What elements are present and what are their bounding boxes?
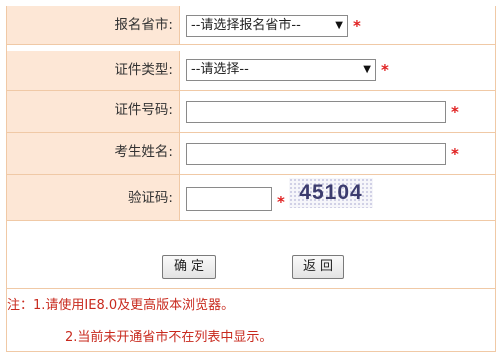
- captcha-label: 验证码:: [7, 175, 180, 220]
- id-number-required-mark: *: [451, 103, 459, 121]
- province-required-mark: *: [353, 17, 361, 35]
- row-id-type: 证件类型: --请选择-- ▼ *: [7, 51, 495, 91]
- back-button[interactable]: 返回: [292, 255, 344, 279]
- id-number-label: 证件号码:: [7, 91, 180, 132]
- note-line-2: 2.当前未开通省市不在列表中显示。: [65, 330, 273, 345]
- row-id-number: 证件号码: *: [7, 91, 495, 133]
- candidate-name-required-mark: *: [451, 145, 459, 163]
- confirm-button[interactable]: 确定: [162, 255, 216, 279]
- captcha-required-mark: *: [277, 193, 285, 211]
- province-select[interactable]: --请选择报名省市-- ▼: [186, 15, 348, 37]
- row-captcha: 验证码: *: [7, 175, 495, 221]
- row-candidate-name: 考生姓名: *: [7, 133, 495, 175]
- province-label: 报名省市:: [7, 6, 180, 44]
- id-type-required-mark: *: [381, 61, 389, 79]
- id-number-input[interactable]: [186, 101, 446, 123]
- note-line-1: 注：1.请使用IE8.0及更高版本浏览器。: [7, 298, 235, 313]
- triangle-down-icon: ▼: [363, 64, 371, 75]
- captcha-image[interactable]: 45104: [289, 178, 373, 208]
- id-type-select[interactable]: --请选择-- ▼: [186, 59, 376, 81]
- exam-registration-form: 报名省市: --请选择报名省市-- ▼ * 证件类型: --请选择-- ▼ * …: [6, 6, 496, 352]
- province-select-value: --请选择报名省市--: [191, 18, 301, 33]
- notes-section: 注：1.请使用IE8.0及更高版本浏览器。 2.当前未开通省市不在列表中显示。: [7, 289, 495, 352]
- candidate-name-input[interactable]: [186, 143, 446, 165]
- captcha-input[interactable]: [186, 187, 272, 211]
- triangle-down-icon: ▼: [335, 20, 343, 31]
- id-type-select-value: --请选择--: [191, 62, 249, 77]
- row-buttons: 确定 返回: [7, 221, 495, 289]
- candidate-name-label: 考生姓名:: [7, 133, 180, 174]
- id-type-label: 证件类型:: [7, 51, 180, 90]
- row-province: 报名省市: --请选择报名省市-- ▼ *: [7, 6, 495, 45]
